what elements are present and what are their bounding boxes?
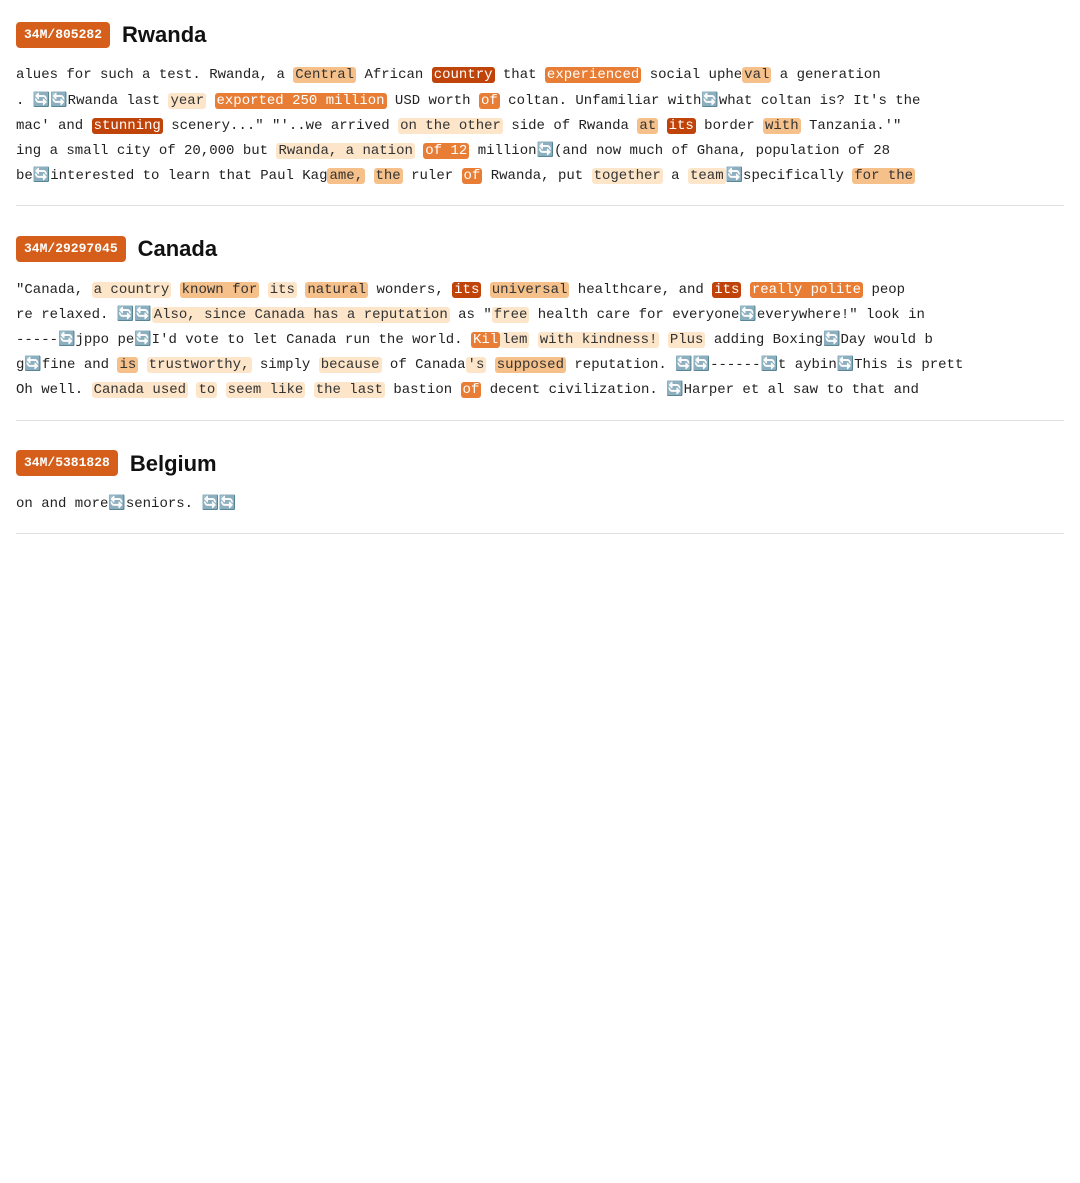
highlight: year: [168, 93, 206, 109]
highlight: exported 250 million: [215, 93, 387, 109]
highlight: the last: [314, 382, 385, 398]
section-header-canada: 34M/29297045 Canada: [16, 230, 1064, 267]
section-rwanda: 34M/805282 Rwanda alues for such a test.…: [16, 16, 1064, 206]
highlight: to: [196, 382, 217, 398]
section-title-canada: Canada: [138, 230, 217, 267]
highlight: a country: [92, 282, 172, 298]
highlight: on the other: [398, 118, 503, 134]
highlight: Plus: [668, 332, 706, 348]
highlight: is: [117, 357, 138, 373]
highlight: team: [688, 168, 726, 184]
section-body-rwanda: alues for such a test. Rwanda, a Central…: [16, 63, 1064, 189]
highlight: ame,: [327, 168, 365, 184]
highlight: Central: [293, 67, 356, 83]
highlight: country: [432, 67, 495, 83]
highlight: val: [742, 67, 771, 83]
highlight: universal: [490, 282, 570, 298]
highlight: Kil: [471, 332, 500, 348]
highlight: natural: [305, 282, 368, 298]
highlight: of 12: [423, 143, 469, 159]
highlight: with: [763, 118, 801, 134]
section-body-belgium: on and more🔄seniors. 🔄🔄: [16, 492, 1064, 517]
highlight: free: [492, 307, 530, 323]
highlight: really polite: [750, 282, 863, 298]
highlight: because: [319, 357, 382, 373]
highlight: of: [461, 382, 482, 398]
highlight: its: [667, 118, 696, 134]
highlight: Canada used: [92, 382, 188, 398]
highlight: of: [462, 168, 483, 184]
section-header-rwanda: 34M/805282 Rwanda: [16, 16, 1064, 53]
section-title-rwanda: Rwanda: [122, 16, 206, 53]
highlight: at: [637, 118, 658, 134]
section-id-canada: 34M/29297045: [16, 236, 126, 262]
highlight: known for: [180, 282, 260, 298]
highlight: the: [374, 168, 403, 184]
section-canada: 34M/29297045 Canada "Canada, a country k…: [16, 230, 1064, 420]
highlight: Also, since Canada has a reputation: [152, 307, 450, 323]
highlight: Rwanda, a nation: [276, 143, 414, 159]
highlight: with kindness!: [538, 332, 660, 348]
highlight: its: [452, 282, 481, 298]
highlight: 's: [466, 357, 487, 373]
highlight: seem like: [226, 382, 306, 398]
highlight: lem: [500, 332, 529, 348]
highlight: trustworthy,: [147, 357, 252, 373]
section-body-canada: "Canada, a country known for its natural…: [16, 278, 1064, 404]
section-title-belgium: Belgium: [130, 445, 217, 482]
section-header-belgium: 34M/5381828 Belgium: [16, 445, 1064, 482]
highlight: of: [479, 93, 500, 109]
highlight: its: [712, 282, 741, 298]
section-id-belgium: 34M/5381828: [16, 450, 118, 476]
highlight: for the: [852, 168, 915, 184]
section-id-rwanda: 34M/805282: [16, 22, 110, 48]
highlight: experienced: [545, 67, 641, 83]
highlight: stunning: [92, 118, 163, 134]
highlight: its: [268, 282, 297, 298]
section-belgium: 34M/5381828 Belgium on and more🔄seniors.…: [16, 445, 1064, 535]
page-container: 34M/805282 Rwanda alues for such a test.…: [16, 16, 1064, 534]
highlight: supposed: [495, 357, 566, 373]
highlight: together: [592, 168, 663, 184]
